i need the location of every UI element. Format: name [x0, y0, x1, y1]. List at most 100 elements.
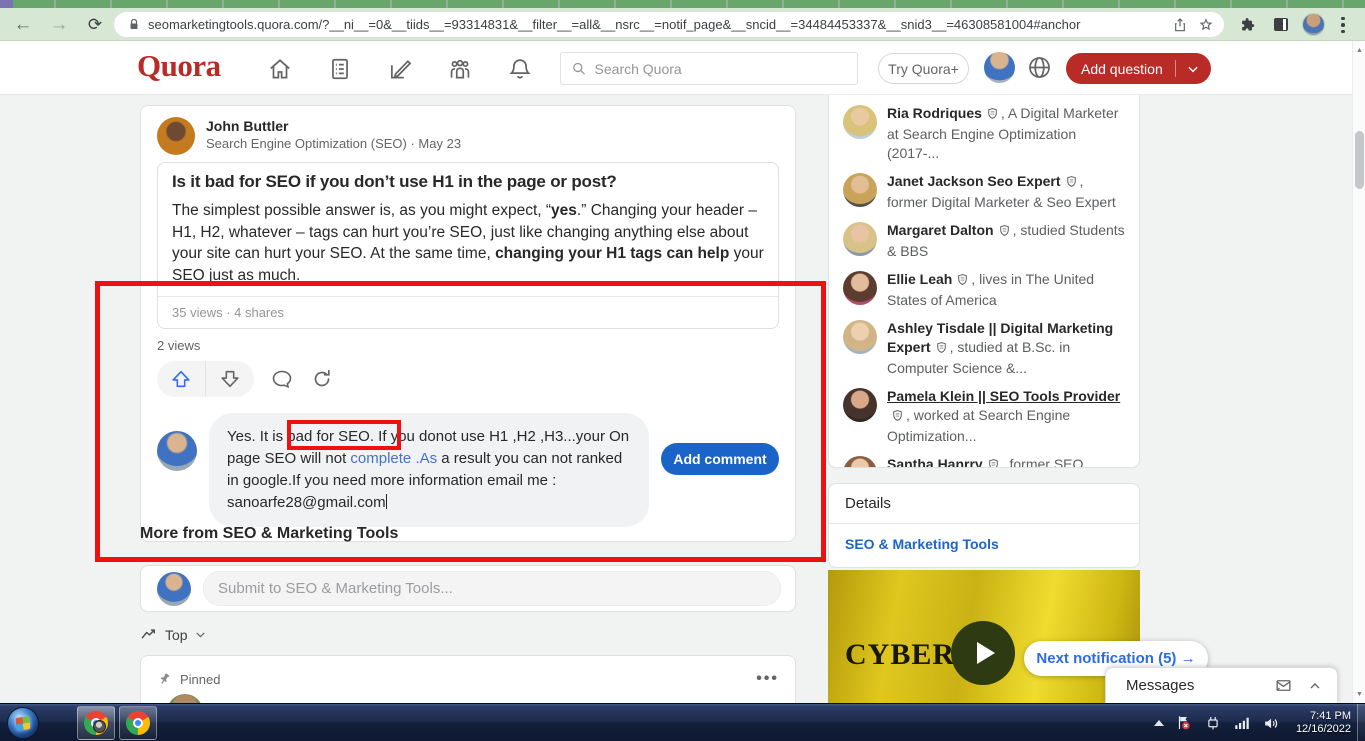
nav-home-icon[interactable]: [266, 55, 294, 83]
post-author-avatar[interactable]: [157, 117, 195, 155]
list-item[interactable]: Santha Hanrry, former SEO Expert, Techni…: [843, 455, 1125, 468]
messages-label: Messages: [1126, 677, 1274, 694]
volume-icon[interactable]: [1262, 714, 1281, 733]
page-scrollbar[interactable]: ▲ ▼: [1352, 41, 1365, 703]
list-item[interactable]: Ellie Leah, lives in The United States o…: [843, 270, 1125, 310]
person-avatar[interactable]: [843, 456, 877, 468]
scroll-up-arrow[interactable]: ▲: [1353, 43, 1365, 57]
nav-following-icon[interactable]: [326, 55, 354, 83]
url-text: seomarketingtools.quora.com/?__ni__=0&__…: [148, 17, 1162, 32]
show-desktop-button[interactable]: [1357, 704, 1365, 741]
tab-strip-corner: [0, 0, 13, 8]
post-author-name[interactable]: John Buttler: [206, 117, 461, 135]
pinned-post-avatar: [167, 694, 203, 703]
list-item[interactable]: Ashley Tisdale || Digital Marketing Expe…: [843, 319, 1125, 378]
person-avatar[interactable]: [843, 388, 877, 422]
language-globe-icon[interactable]: [1026, 54, 1053, 86]
messages-compose-icon[interactable]: [1274, 676, 1293, 695]
share-icon[interactable]: [1172, 17, 1188, 33]
views-count: 2 views: [141, 329, 795, 353]
submit-post-card: [140, 565, 796, 612]
repost-icon[interactable]: [310, 367, 334, 391]
side-panel-icon[interactable]: [1274, 18, 1288, 31]
add-question-button[interactable]: Add question: [1066, 53, 1211, 84]
post-meta: Search Engine Optimization (SEO) · May 2…: [206, 135, 461, 153]
scroll-down-arrow[interactable]: ▼: [1353, 687, 1365, 701]
network-signal-icon[interactable]: [1233, 714, 1251, 732]
comment-input-bubble[interactable]: Yes. It is bad for SEO. If you donot use…: [209, 413, 649, 527]
post-header: John Buttler Search Engine Optimization …: [141, 106, 795, 162]
nav-spaces-icon[interactable]: [446, 55, 474, 83]
details-card: Details SEO & Marketing Tools: [828, 483, 1140, 568]
person-avatar[interactable]: [843, 105, 877, 139]
bookmark-star-icon[interactable]: [1198, 17, 1214, 33]
add-comment-button[interactable]: Add comment: [661, 443, 779, 475]
chevron-up-icon[interactable]: [1307, 678, 1323, 694]
taskbar-chrome-active[interactable]: [77, 706, 115, 740]
extensions-puzzle-icon[interactable]: [1240, 16, 1257, 33]
text-cursor: [386, 494, 388, 509]
try-quora-plus-button[interactable]: Try Quora+: [878, 53, 969, 84]
verified-badge-icon: [998, 223, 1011, 242]
post-body: The simplest possible answer is, as you …: [172, 200, 764, 286]
windows-logo-icon: [16, 716, 31, 731]
quora-header: Quora Try Quora+ Add question: [0, 41, 1365, 95]
sidebar-people-card: Ria Rodriques, A Digital Marketer at Sea…: [828, 95, 1140, 468]
chevron-down-icon: [194, 628, 207, 641]
person-avatar[interactable]: [843, 271, 877, 305]
upvote-button[interactable]: [157, 361, 206, 397]
clock-time: 7:41 PM: [1296, 710, 1351, 723]
verified-badge-icon: [987, 457, 1000, 468]
nav-answer-icon[interactable]: [386, 55, 414, 83]
person-avatar[interactable]: [843, 320, 877, 354]
vote-pill: [157, 361, 254, 397]
installer-plug-icon[interactable]: [1204, 714, 1222, 732]
commenter-avatar[interactable]: [157, 431, 197, 471]
messages-bar[interactable]: Messages: [1105, 667, 1338, 703]
verified-badge-icon: [935, 340, 948, 359]
feed-sort-filter[interactable]: Top: [140, 625, 207, 644]
search-icon: [571, 60, 587, 77]
space-link[interactable]: SEO & Marketing Tools: [829, 524, 1139, 564]
taskbar-clock[interactable]: 7:41 PM 12/16/2022: [1296, 710, 1351, 736]
list-item[interactable]: Janet Jackson Seo Expert, former Digital…: [843, 172, 1125, 212]
list-item[interactable]: Ria Rodriques, A Digital Marketer at Sea…: [843, 104, 1125, 163]
chrome-icon: [126, 711, 150, 735]
lock-icon: [128, 18, 140, 31]
nav-notifications-icon[interactable]: [506, 55, 534, 83]
post-title[interactable]: Is it bad for SEO if you don’t use H1 in…: [172, 172, 764, 192]
start-button[interactable]: [7, 707, 39, 739]
taskbar-chrome[interactable]: [119, 706, 157, 740]
add-question-dropdown-icon[interactable]: [1176, 62, 1210, 76]
submit-avatar[interactable]: [157, 572, 191, 606]
browser-profile-avatar[interactable]: [1302, 13, 1325, 36]
downvote-button[interactable]: [206, 361, 254, 397]
verified-badge-icon: [986, 106, 999, 125]
quora-logo[interactable]: Quora: [137, 48, 221, 84]
shared-post-box[interactable]: Is it bad for SEO if you don’t use H1 in…: [157, 162, 779, 329]
browser-address-bar[interactable]: seomarketingtools.quora.com/?__ni__=0&__…: [114, 12, 1224, 37]
tray-expand-icon[interactable]: [1154, 720, 1164, 726]
browser-reload-button[interactable]: ⟳: [82, 12, 108, 38]
list-item[interactable]: Margaret Dalton, studied Students & BBS: [843, 221, 1125, 261]
comment-icon[interactable]: [270, 367, 294, 391]
search-input[interactable]: [595, 61, 847, 77]
post-actions: [141, 353, 795, 407]
action-center-flag-icon[interactable]: [1175, 714, 1193, 732]
browser-menu-icon[interactable]: [1340, 14, 1346, 36]
comment-compose-area: Yes. It is bad for SEO. If you donot use…: [141, 407, 795, 541]
person-avatar[interactable]: [843, 173, 877, 207]
submit-post-input[interactable]: [203, 571, 781, 606]
pinned-menu-icon[interactable]: •••: [756, 670, 779, 688]
quora-search-box[interactable]: [560, 52, 858, 85]
play-button[interactable]: [951, 621, 1015, 685]
verified-badge-icon: [1065, 174, 1078, 193]
user-avatar[interactable]: [984, 52, 1015, 83]
ad-video-thumbnail[interactable]: CYBER O: [828, 570, 1140, 703]
list-item[interactable]: Pamela Klein || SEO Tools Provider, work…: [843, 387, 1125, 446]
person-avatar[interactable]: [843, 222, 877, 256]
browser-back-button[interactable]: ←: [10, 12, 36, 38]
browser-forward-button[interactable]: →: [46, 12, 72, 38]
scrollbar-thumb[interactable]: [1355, 131, 1364, 189]
pin-icon: [154, 669, 175, 690]
